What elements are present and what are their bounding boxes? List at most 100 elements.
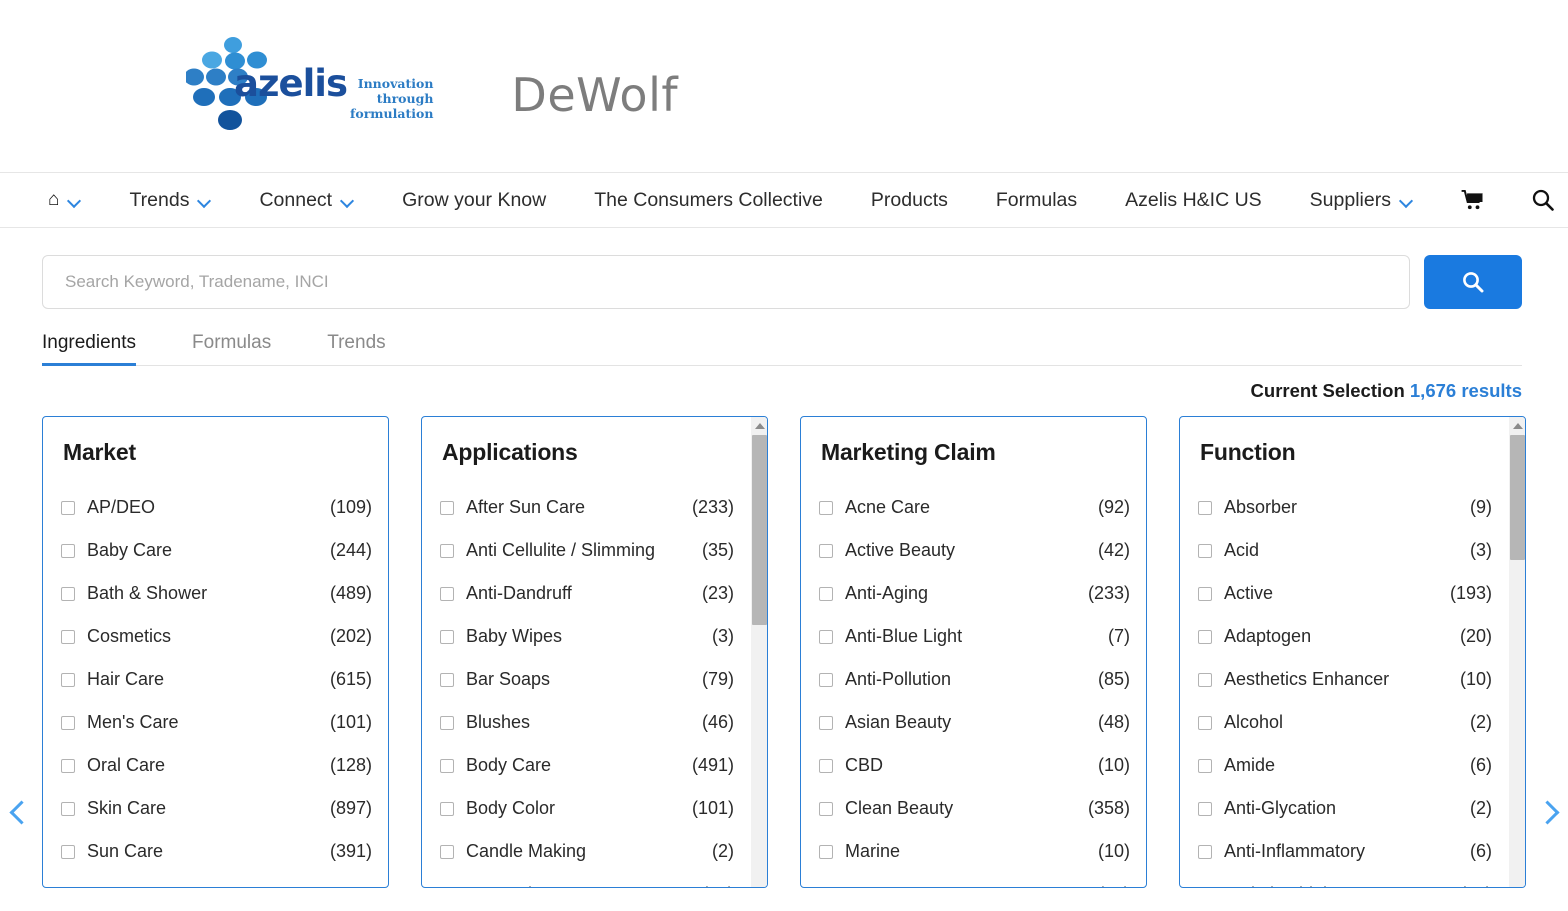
facet-option-row[interactable]: Marine (10) — [819, 830, 1130, 873]
facet-option-row[interactable]: Baby Wipes (3) — [440, 615, 734, 658]
facet-option-row[interactable]: Anti-Aging (233) — [819, 572, 1130, 615]
facet-option-row[interactable]: Blushes (46) — [440, 701, 734, 744]
scrollbar-thumb[interactable] — [1510, 435, 1525, 560]
nav-item-formulas[interactable]: Formulas — [996, 189, 1077, 212]
checkbox-icon[interactable] — [440, 716, 454, 730]
facet-option-row[interactable]: Acne Care (92) — [819, 486, 1130, 529]
checkbox-icon[interactable] — [1198, 501, 1212, 515]
checkbox-icon[interactable] — [819, 673, 833, 687]
facet-option-row[interactable]: Candle Making (2) — [440, 830, 734, 873]
checkbox-icon[interactable] — [1198, 716, 1212, 730]
checkbox-icon[interactable] — [1198, 802, 1212, 816]
search-submit-button[interactable] — [1424, 255, 1522, 309]
facet-option-row[interactable]: Concealers (38) — [440, 873, 734, 888]
facet-option-row[interactable]: Hair Care (615) — [61, 658, 372, 701]
results-count[interactable]: 1,676 results — [1410, 380, 1522, 401]
facet-option-row[interactable]: AP/DEO (109) — [61, 486, 372, 529]
checkbox-icon[interactable] — [440, 888, 454, 889]
facet-option-row[interactable]: Anti-Dandruff (23) — [440, 572, 734, 615]
facet-option-row[interactable]: Cosmetics (202) — [61, 615, 372, 658]
facet-option-row[interactable]: Alcohol (2) — [1198, 701, 1492, 744]
checkbox-icon[interactable] — [440, 630, 454, 644]
checkbox-icon[interactable] — [819, 716, 833, 730]
checkbox-icon[interactable] — [819, 845, 833, 859]
facet-option-row[interactable]: Anti Cellulite / Slimming (35) — [440, 529, 734, 572]
facet-option-row[interactable]: After Sun Care (233) — [440, 486, 734, 529]
azelis-logo[interactable]: azelis — [186, 35, 336, 135]
facet-option-row[interactable]: Bar Soaps (79) — [440, 658, 734, 701]
checkbox-icon[interactable] — [61, 759, 75, 773]
tab-ingredients[interactable]: Ingredients — [42, 332, 136, 366]
facet-option-row[interactable]: Skin Care (897) — [61, 787, 372, 830]
tab-formulas[interactable]: Formulas — [192, 332, 271, 366]
facet-option-row[interactable]: Absorber (9) — [1198, 486, 1492, 529]
checkbox-icon[interactable] — [819, 802, 833, 816]
nav-item-trends[interactable]: Trends — [129, 189, 211, 212]
checkbox-icon[interactable] — [440, 673, 454, 687]
facet-option-row[interactable]: Body Care (491) — [440, 744, 734, 787]
facet-option-row[interactable]: Active (193) — [1198, 572, 1492, 615]
checkbox-icon[interactable] — [819, 587, 833, 601]
facet-option-row[interactable]: Body Color (101) — [440, 787, 734, 830]
cart-button[interactable] — [1461, 190, 1484, 210]
search-input[interactable] — [42, 255, 1410, 309]
checkbox-icon[interactable] — [1198, 673, 1212, 687]
facet-option-row[interactable]: Adaptogen (20) — [1198, 615, 1492, 658]
nav-item-grow-your-know[interactable]: Grow your Know — [402, 189, 546, 212]
tab-trends[interactable]: Trends — [327, 332, 385, 366]
checkbox-icon[interactable] — [1198, 845, 1212, 859]
checkbox-icon[interactable] — [819, 630, 833, 644]
facet-option-row[interactable]: Oral Care (128) — [61, 744, 372, 787]
facet-option-row[interactable]: Anti-Inflammatory (6) — [1198, 830, 1492, 873]
carousel-next-button[interactable] — [1528, 790, 1566, 834]
nav-item-the-consumers-collective[interactable]: The Consumers Collective — [594, 189, 823, 212]
facet-option-row[interactable]: Men's Care (101) — [61, 701, 372, 744]
facet-option-row[interactable]: CBD (10) — [819, 744, 1130, 787]
nav-item-suppliers[interactable]: Suppliers — [1310, 189, 1413, 212]
checkbox-icon[interactable] — [61, 716, 75, 730]
nav-item-products[interactable]: Products — [871, 189, 948, 212]
checkbox-icon[interactable] — [440, 845, 454, 859]
facet-option-row[interactable]: Amide (6) — [1198, 744, 1492, 787]
facet-option-row[interactable]: Sun Care (391) — [61, 830, 372, 873]
checkbox-icon[interactable] — [61, 673, 75, 687]
checkbox-icon[interactable] — [440, 587, 454, 601]
facet-option-row[interactable]: Aesthetics Enhancer (10) — [1198, 658, 1492, 701]
facet-option-row[interactable]: Spa (37) — [819, 873, 1130, 888]
checkbox-icon[interactable] — [61, 845, 75, 859]
scroll-up-arrow-icon[interactable] — [751, 419, 768, 433]
checkbox-icon[interactable] — [61, 802, 75, 816]
checkbox-icon[interactable] — [819, 501, 833, 515]
checkbox-icon[interactable] — [61, 501, 75, 515]
checkbox-icon[interactable] — [1198, 544, 1212, 558]
facet-option-row[interactable]: Asian Beauty (48) — [819, 701, 1130, 744]
facet-option-row[interactable]: Active Beauty (42) — [819, 529, 1130, 572]
facet-option-row[interactable]: Anti-Glycation (2) — [1198, 787, 1492, 830]
checkbox-icon[interactable] — [1198, 630, 1212, 644]
checkbox-icon[interactable] — [1198, 587, 1212, 601]
facet-option-row[interactable]: Bath & Shower (489) — [61, 572, 372, 615]
nav-item-azelis-hic-us[interactable]: Azelis H&IC US — [1125, 189, 1262, 212]
facet-option-row[interactable]: Acid (3) — [1198, 529, 1492, 572]
checkbox-icon[interactable] — [440, 759, 454, 773]
checkbox-icon[interactable] — [819, 544, 833, 558]
checkbox-icon[interactable] — [819, 888, 833, 889]
checkbox-icon[interactable] — [440, 501, 454, 515]
nav-item-connect[interactable]: Connect — [259, 189, 354, 212]
checkbox-icon[interactable] — [1198, 759, 1212, 773]
checkbox-icon[interactable] — [440, 802, 454, 816]
nav-item-home[interactable]: ⌂ — [48, 191, 81, 210]
facet-option-row[interactable]: Anti-Pollution (85) — [819, 658, 1130, 701]
scrollbar-thumb[interactable] — [752, 435, 767, 625]
checkbox-icon[interactable] — [819, 759, 833, 773]
facet-option-row[interactable]: Baby Care (244) — [61, 529, 372, 572]
scroll-up-arrow-icon[interactable] — [1509, 419, 1526, 433]
checkbox-icon[interactable] — [61, 587, 75, 601]
checkbox-icon[interactable] — [440, 544, 454, 558]
checkbox-icon[interactable] — [1198, 888, 1212, 889]
checkbox-icon[interactable] — [61, 630, 75, 644]
nav-search-button[interactable] — [1532, 189, 1554, 211]
dewolf-wordmark[interactable]: DeWolf — [511, 48, 678, 122]
checkbox-icon[interactable] — [61, 544, 75, 558]
facet-option-row[interactable]: Clean Beauty (358) — [819, 787, 1130, 830]
